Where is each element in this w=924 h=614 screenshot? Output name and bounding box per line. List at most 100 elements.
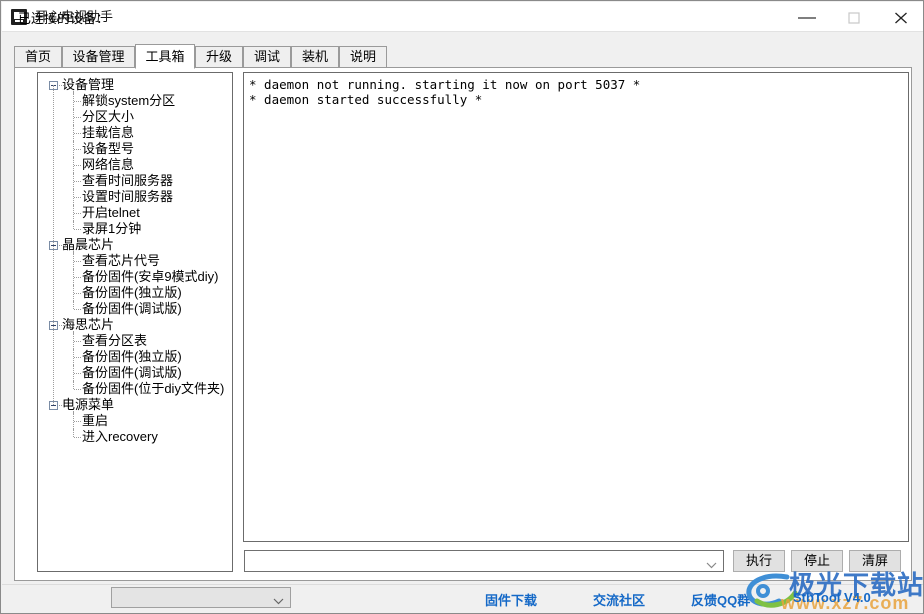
command-input-combo[interactable] [244,550,724,572]
chevron-down-icon [273,594,284,608]
tab-1[interactable]: 设备管理 [62,46,135,68]
execute-button[interactable]: 执行 [733,550,785,572]
tree-item-0-4[interactable]: 网络信息 [38,157,232,173]
tab-6[interactable]: 说明 [339,46,387,68]
tree-connector [74,293,81,294]
minimize-icon [798,17,816,19]
tree-group-label: 电源菜单 [62,397,115,412]
connected-device-select[interactable] [111,587,291,608]
stop-button[interactable]: 停止 [791,550,843,572]
tree-item-label: 进入recovery [82,429,158,444]
tree-item-3-0[interactable]: 重启 [38,413,232,429]
tree-connector [74,421,81,422]
tree-item-label: 备份固件(独立版) [82,349,182,364]
tree-group-label: 海思芯片 [62,317,115,332]
tree-connector [74,309,81,310]
link-feedback-qq[interactable]: 反馈QQ群 [691,590,750,609]
tree-connector [73,381,75,389]
tree-connector [74,149,81,150]
tree-item-0-6[interactable]: 设置时间服务器 [38,189,232,205]
tree-item-label: 解锁system分区 [82,93,176,108]
tree-item-label: 备份固件(安卓9模式diy) [82,269,219,284]
tree-item-label: 重启 [82,413,109,428]
tree-item-label: 设备型号 [82,141,135,156]
tree-item-label: 挂载信息 [82,125,135,140]
tree-connector [73,221,75,229]
tree-item-0-7[interactable]: 开启telnet [38,205,232,221]
tree-item-0-5[interactable]: 查看时间服务器 [38,173,232,189]
tree-connector [74,437,81,438]
link-firmware-download[interactable]: 固件下载 [485,590,537,609]
tree-connector [59,325,66,326]
tree-connector [74,357,81,358]
tree-connector [74,277,81,278]
minimize-button[interactable] [784,3,830,32]
chevron-down-icon [706,558,717,572]
tree-item-0-8[interactable]: 录屏1分钟 [38,221,232,237]
tree-connector [74,117,81,118]
tree-connector [59,85,66,86]
clear-screen-button[interactable]: 清屏 [849,550,901,572]
tab-4[interactable]: 调试 [243,46,291,68]
tree-item-label: 备份固件(调试版) [82,365,182,380]
app-version-label: StbTool V4.0 [793,590,871,605]
tree-connector [74,213,81,214]
tool-tree-panel[interactable]: 设备管理 解锁system分区 分区大小 挂载信息 设备型号 网络信息 查看时间服务器 设置时… [37,72,233,572]
tree-group-3[interactable]: 电源菜单 [38,397,232,413]
tab-3[interactable]: 升级 [195,46,243,68]
tree-connector [73,411,75,429]
tree-item-label: 设置时间服务器 [82,189,174,204]
maximize-button[interactable] [831,3,877,32]
tree-connector [74,261,81,262]
tab-0[interactable]: 首页 [14,46,62,68]
tree-item-label: 网络信息 [82,157,135,172]
app-window: 开心电视助手 首页 设备管理 工具箱 升级 调试 装机 说明 设备管理 解锁system分区分… [0,0,924,614]
tree-connector [74,389,81,390]
tree-item-label: 查看芯片代号 [82,253,161,268]
tree-item-label: 查看时间服务器 [82,173,174,188]
tree-connector [74,101,81,102]
tree-item-2-0[interactable]: 查看分区表 [38,333,232,349]
tree-item-1-2[interactable]: 备份固件(独立版) [38,285,232,301]
console-output[interactable]: * daemon not running. starting it now on… [243,72,909,542]
tree-item-0-1[interactable]: 分区大小 [38,109,232,125]
link-community[interactable]: 交流社区 [593,590,645,609]
tree-item-label: 分区大小 [82,109,135,124]
tree-group-label: 晶晨芯片 [62,237,115,252]
tree-group-2[interactable]: 海思芯片 [38,317,232,333]
tree-connector [59,245,66,246]
tree-item-0-0[interactable]: 解锁system分区 [38,93,232,109]
tree-group-0[interactable]: 设备管理 [38,77,232,93]
tree-connector [53,85,55,405]
tree-connector [74,229,81,230]
tree-connector [73,91,75,221]
tree-item-0-3[interactable]: 设备型号 [38,141,232,157]
tree-connector [74,133,81,134]
tree-item-2-1[interactable]: 备份固件(独立版) [38,349,232,365]
tree-group-1[interactable]: 晶晨芯片 [38,237,232,253]
tree-connector [59,405,66,406]
tree-item-3-1[interactable]: 进入recovery [38,429,232,445]
tree-item-0-2[interactable]: 挂载信息 [38,125,232,141]
tree-connector [74,341,81,342]
tree-connector [73,331,75,381]
tree-connector [74,197,81,198]
tree-item-1-0[interactable]: 查看芯片代号 [38,253,232,269]
tab-2[interactable]: 工具箱 [135,44,195,69]
tree-group-label: 设备管理 [62,77,115,92]
tab-strip: 首页 设备管理 工具箱 升级 调试 装机 说明 [14,44,912,69]
close-button[interactable] [878,3,923,32]
tab-5[interactable]: 装机 [291,46,339,68]
tree-connector [74,373,81,374]
title-bar: 开心电视助手 [2,2,923,32]
tree-item-2-3[interactable]: 备份固件(位于diy文件夹) [38,381,232,397]
tree-connector [73,301,75,309]
tree-connector [74,165,81,166]
tree-connector [74,181,81,182]
tree-item-2-2[interactable]: 备份固件(调试版) [38,365,232,381]
connected-device-label: 已连接的设备： [18,11,110,26]
tree-connector [73,429,75,437]
tree-item-1-1[interactable]: 备份固件(安卓9模式diy) [38,269,232,285]
tree-item-label: 录屏1分钟 [82,221,142,236]
tree-item-1-3[interactable]: 备份固件(调试版) [38,301,232,317]
